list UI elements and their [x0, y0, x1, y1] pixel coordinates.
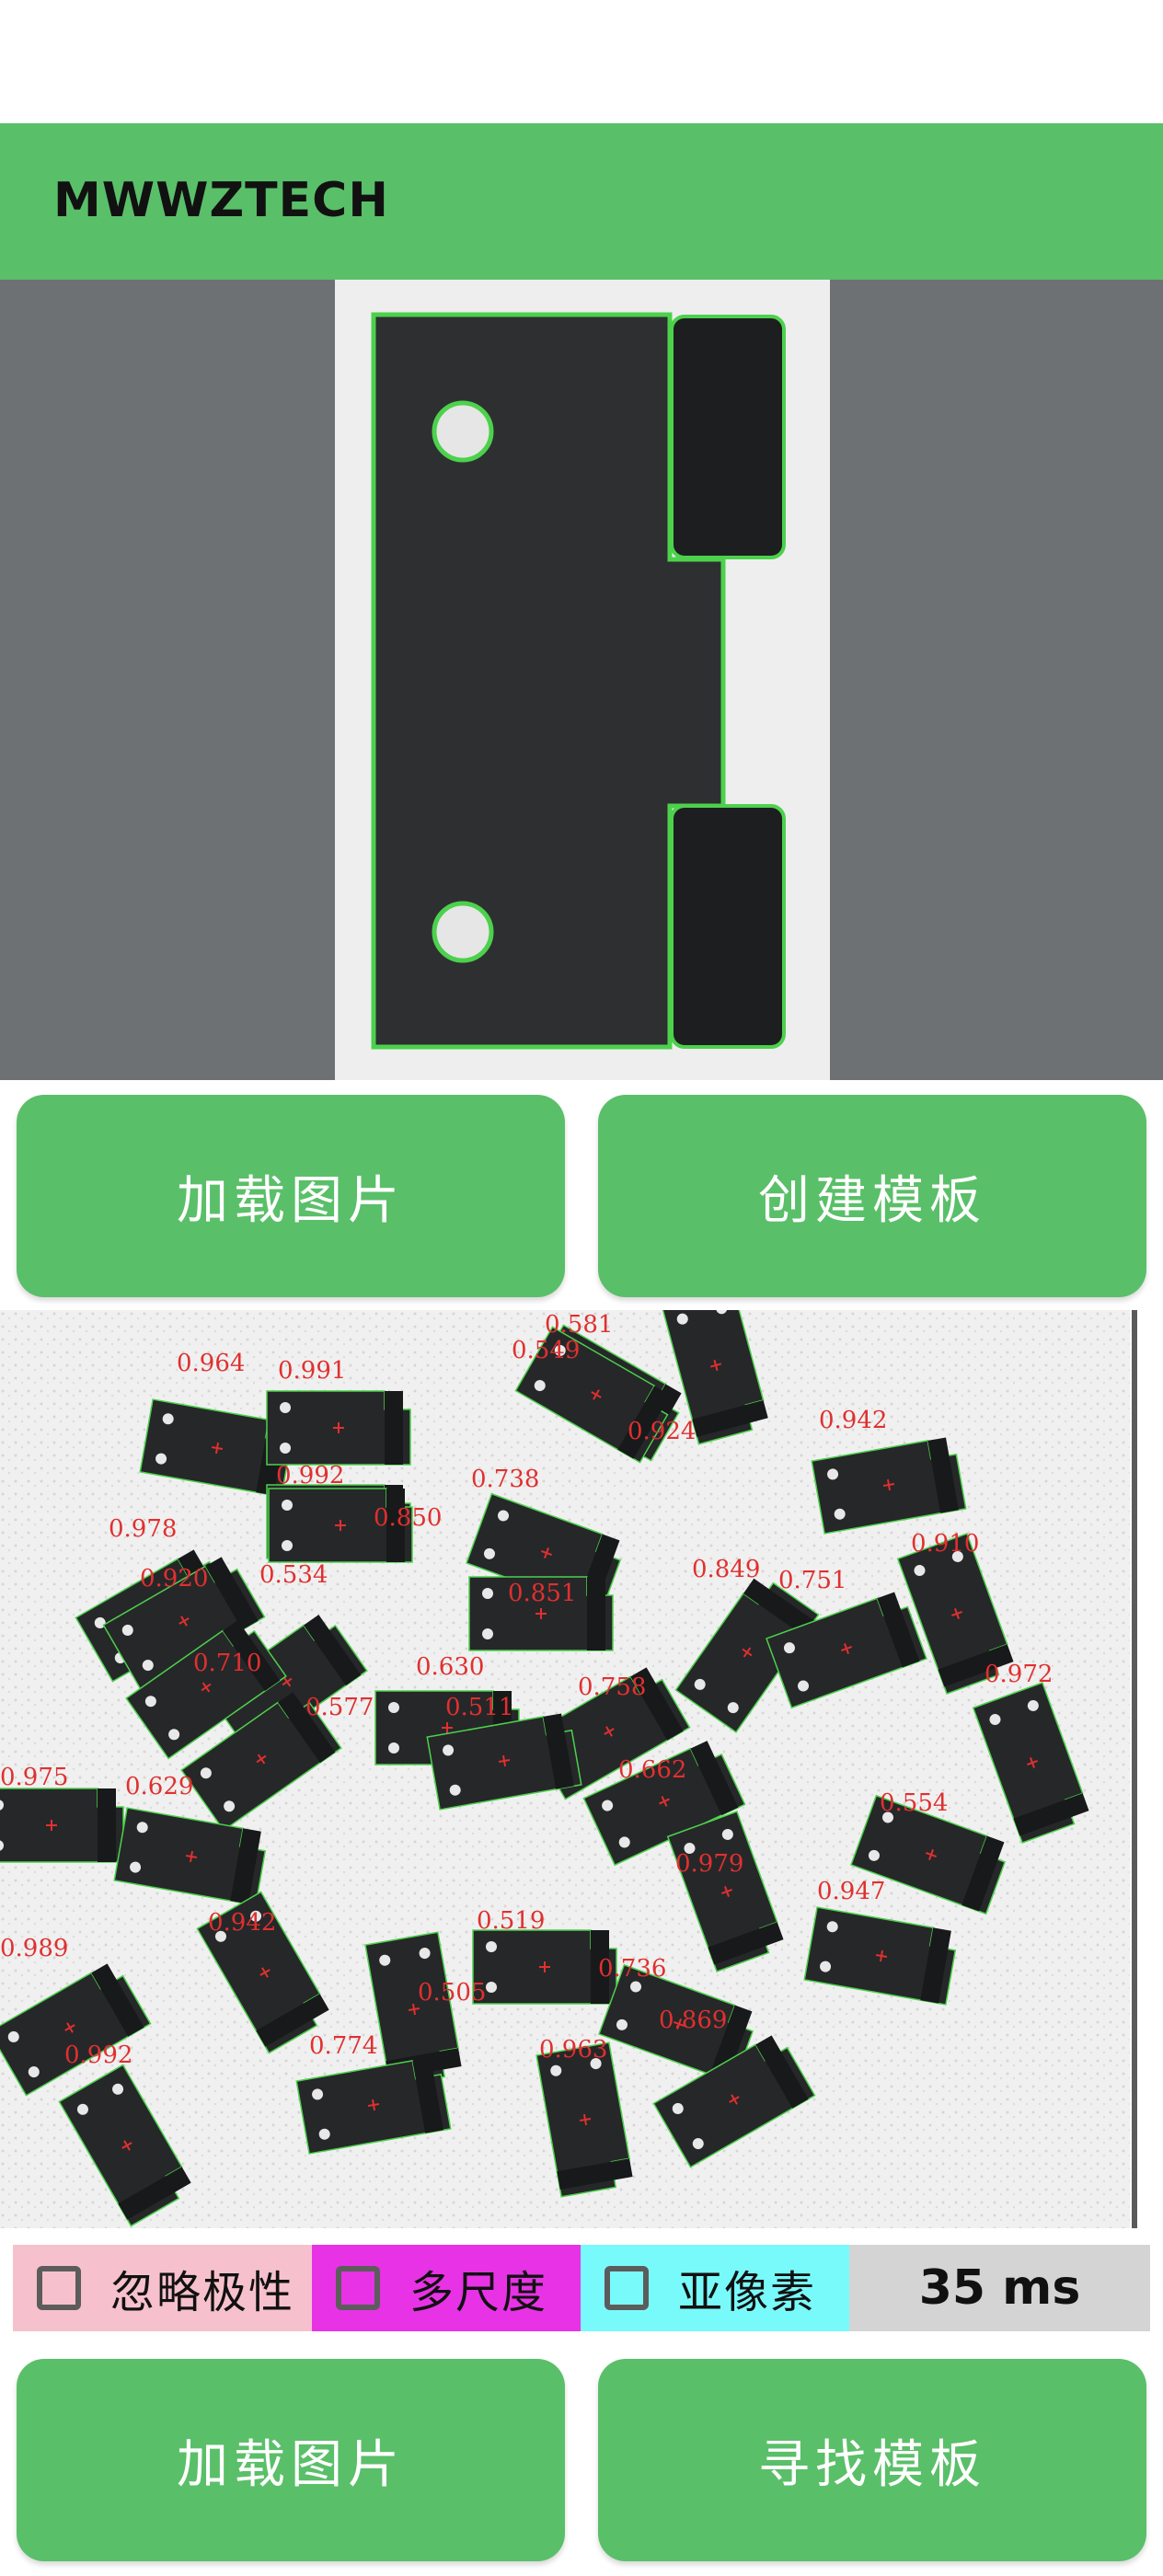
- load-scene-image-button[interactable]: 加载图片: [17, 2359, 565, 2561]
- subpixel-option[interactable]: 亚像素: [581, 2245, 849, 2331]
- subpixel-label: 亚像素: [678, 2267, 817, 2318]
- match-score-label: 0.942: [208, 1909, 276, 1937]
- match-score-label: 0.920: [140, 1565, 208, 1593]
- app-bar: MWWZTECH: [0, 123, 1163, 280]
- multi-scale-label: 多尺度: [409, 2267, 548, 2318]
- create-template-button[interactable]: 创建模板: [598, 1095, 1146, 1297]
- match-score-label: 0.581: [545, 1311, 613, 1339]
- multi-scale-option[interactable]: 多尺度: [312, 2245, 581, 2331]
- match-score-label: 0.979: [675, 1850, 743, 1878]
- match-score-label: 0.710: [193, 1650, 261, 1677]
- hinge-part-knuckle: [98, 1788, 116, 1862]
- match-score-label: 0.662: [618, 1756, 686, 1784]
- hinge-knuckle-bottom: [670, 804, 786, 1049]
- match-score-label: 0.577: [305, 1694, 374, 1721]
- match-score-label: 0.519: [477, 1907, 545, 1935]
- scene-edge: [1132, 1310, 1137, 2228]
- match-score-label: 0.629: [125, 1773, 193, 1800]
- match-score-label: 0.850: [374, 1504, 442, 1532]
- match-score-label: 0.549: [512, 1337, 580, 1364]
- match-score-label: 0.758: [578, 1673, 646, 1701]
- template-image-view: [0, 280, 1163, 1080]
- match-score-label: 0.751: [778, 1567, 846, 1594]
- hinge-hole-bottom: [432, 901, 494, 963]
- match-score-label: 0.975: [0, 1764, 68, 1791]
- match-score-label: 0.774: [309, 2032, 377, 2060]
- detected-hinge-part: [266, 1390, 411, 1466]
- match-score-label: 0.964: [177, 1350, 245, 1377]
- ignore-polarity-option[interactable]: 忽略极性: [13, 2245, 312, 2331]
- hinge-part-hole: [388, 1742, 399, 1754]
- match-score-label: 0.849: [692, 1556, 760, 1583]
- hinge-hole-top: [432, 400, 494, 463]
- status-bar: [0, 0, 1163, 123]
- match-score-label: 0.910: [911, 1530, 979, 1558]
- hinge-part-hole: [388, 1702, 399, 1713]
- match-score-label: 0.851: [508, 1580, 576, 1607]
- hinge-part-hole: [280, 1402, 291, 1413]
- find-template-button[interactable]: 寻找模板: [598, 2359, 1146, 2561]
- detected-hinge-part: [472, 1929, 617, 2005]
- match-score-label: 0.924: [628, 1418, 696, 1445]
- hinge-part-hole: [482, 1628, 493, 1639]
- match-score-label: 0.942: [819, 1407, 887, 1434]
- app-title: MWWZTECH: [53, 173, 389, 228]
- hinge-part-hole: [282, 1540, 293, 1551]
- multi-scale-checkbox[interactable]: [336, 2266, 380, 2310]
- ignore-polarity-checkbox[interactable]: [37, 2266, 81, 2310]
- ignore-polarity-label: 忽略极性: [110, 2267, 295, 2318]
- hinge-part-hole: [486, 1941, 497, 1952]
- hinge-part-hole: [482, 1588, 493, 1599]
- hinge-part-knuckle: [385, 1391, 403, 1465]
- match-result-view: 0.581 0.549 0.964 0.991 0.924 0.942 0.992 0.738…: [0, 1310, 1163, 2228]
- match-score-label: 0.554: [880, 1789, 948, 1817]
- match-score-label: 0.736: [598, 1955, 666, 1983]
- match-score-label: 0.978: [109, 1515, 177, 1543]
- match-score-label: 0.738: [471, 1466, 539, 1493]
- hinge-part-hole: [280, 1443, 291, 1454]
- detected-hinge-part: [0, 1788, 124, 1863]
- hinge-part-hole: [486, 1982, 497, 1993]
- match-score-label: 0.972: [985, 1661, 1053, 1688]
- match-score-label: 0.963: [539, 2036, 607, 2064]
- match-score-label: 0.869: [659, 2007, 727, 2034]
- match-score-label: 0.991: [278, 1357, 346, 1385]
- hinge-knuckle-top: [670, 315, 786, 559]
- match-score-label: 0.534: [259, 1561, 328, 1589]
- elapsed-time-readout: 35 ms: [849, 2245, 1150, 2331]
- match-score-label: 0.947: [817, 1878, 885, 1905]
- options-row: 忽略极性 多尺度 亚像素 35 ms: [13, 2245, 1150, 2331]
- match-score-label: 0.505: [418, 1979, 486, 2007]
- match-score-label: 0.992: [276, 1462, 344, 1489]
- match-score-label: 0.630: [416, 1653, 484, 1681]
- load-image-button[interactable]: 加载图片: [17, 1095, 565, 1297]
- match-score-label: 0.992: [64, 2041, 132, 2069]
- match-score-label: 0.989: [0, 1935, 68, 1962]
- hinge-part-knuckle: [587, 1577, 605, 1650]
- match-score-label: 0.511: [445, 1694, 513, 1721]
- hinge-part-hole: [282, 1500, 293, 1511]
- subpixel-checkbox[interactable]: [605, 2266, 649, 2310]
